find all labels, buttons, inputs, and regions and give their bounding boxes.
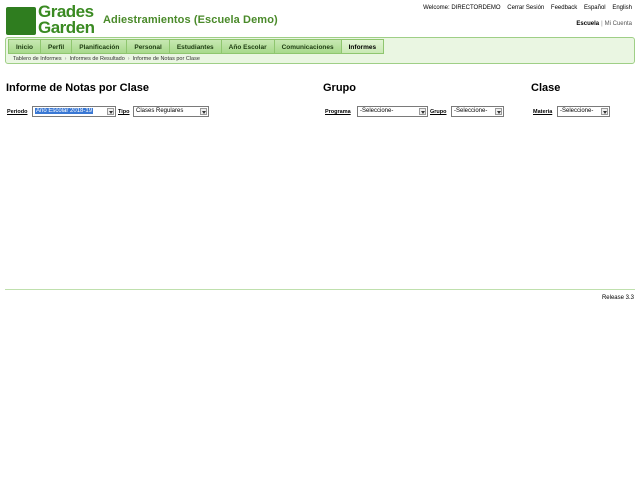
breadcrumb-item[interactable]: Informes de Resultado: [69, 56, 124, 62]
grupo-select[interactable]: -Seleccione-: [451, 106, 504, 117]
feedback-link[interactable]: Feedback: [551, 5, 577, 11]
lang-es-link[interactable]: Español: [584, 5, 606, 11]
release-version: Release 3.3: [601, 295, 634, 301]
tipo-select-value: Clases Regulares: [136, 108, 184, 114]
grupo-label: Grupo: [430, 109, 447, 115]
breadcrumb: Tablero de Informes › Informes de Resultad…: [13, 56, 200, 62]
scope-switch: Escuela | Mi Cuenta: [576, 21, 632, 27]
programa-select[interactable]: -Seleccione-: [357, 106, 428, 117]
programa-select-value: -Seleccione-: [360, 108, 394, 114]
materia-select-value: -Seleccione-: [560, 108, 594, 114]
tipo-label: Tipo: [118, 109, 130, 115]
site-title: Adiestramientos (Escuela Demo): [103, 14, 278, 26]
page-title: Informe de Notas por Clase: [6, 82, 150, 94]
tab-ano-escolar[interactable]: Año Escolar: [220, 39, 275, 54]
footer-divider: [5, 289, 635, 290]
periodo-label: Periodo: [7, 109, 28, 115]
chevron-down-icon: [601, 108, 608, 115]
chevron-down-icon: [495, 108, 502, 115]
programa-label: Programa: [325, 109, 351, 115]
leaf-logo-icon: [6, 7, 36, 35]
main-nav: Inicio Perfil Planificación Personal Est…: [5, 37, 635, 64]
chevron-down-icon: [200, 108, 207, 115]
tab-estudiantes[interactable]: Estudiantes: [168, 39, 222, 54]
logout-link[interactable]: Cerrar Sesión: [507, 5, 544, 11]
tab-personal[interactable]: Personal: [126, 39, 170, 54]
breadcrumb-chevron-icon: ›: [127, 56, 130, 62]
breadcrumb-chevron-icon: ›: [64, 56, 67, 62]
periodo-select-value: Año Escolar 2018-19: [35, 108, 94, 114]
grupo-select-value: -Seleccione-: [454, 108, 488, 114]
logo-text-line2: Garden: [38, 18, 95, 37]
tab-perfil[interactable]: Perfil: [39, 39, 73, 54]
tab-planificacion[interactable]: Planificación: [71, 39, 128, 54]
nav-tabs: Inicio Perfil Planificación Personal Est…: [8, 39, 385, 54]
tab-inicio[interactable]: Inicio: [8, 39, 41, 54]
breadcrumb-item-current: Informe de Notas por Clase: [132, 56, 200, 62]
breadcrumb-item[interactable]: Tablero de Informes: [13, 56, 62, 62]
top-links: Welcome: DIRECTORDEMO Cerrar Sesión Feed…: [418, 5, 632, 11]
tab-informes[interactable]: Informes: [340, 39, 385, 54]
periodo-select[interactable]: Año Escolar 2018-19: [32, 106, 116, 117]
scope-school-link[interactable]: Escuela: [576, 21, 599, 27]
materia-select[interactable]: -Seleccione-: [557, 106, 610, 117]
scope-account-link[interactable]: Mi Cuenta: [605, 21, 632, 27]
welcome-text: Welcome: DIRECTORDEMO: [423, 5, 501, 11]
lang-en-link[interactable]: English: [612, 5, 632, 11]
chevron-down-icon: [107, 108, 114, 115]
grades-garden-logo[interactable]: Grades Garden: [6, 3, 95, 37]
materia-label: Materia: [533, 109, 553, 115]
class-section-title: Clase: [531, 82, 561, 94]
chevron-down-icon: [419, 108, 426, 115]
scope-separator: |: [601, 21, 603, 27]
tab-comunicaciones[interactable]: Comunicaciones: [273, 39, 342, 54]
tipo-select[interactable]: Clases Regulares: [133, 106, 209, 117]
group-section-title: Grupo: [323, 82, 356, 94]
